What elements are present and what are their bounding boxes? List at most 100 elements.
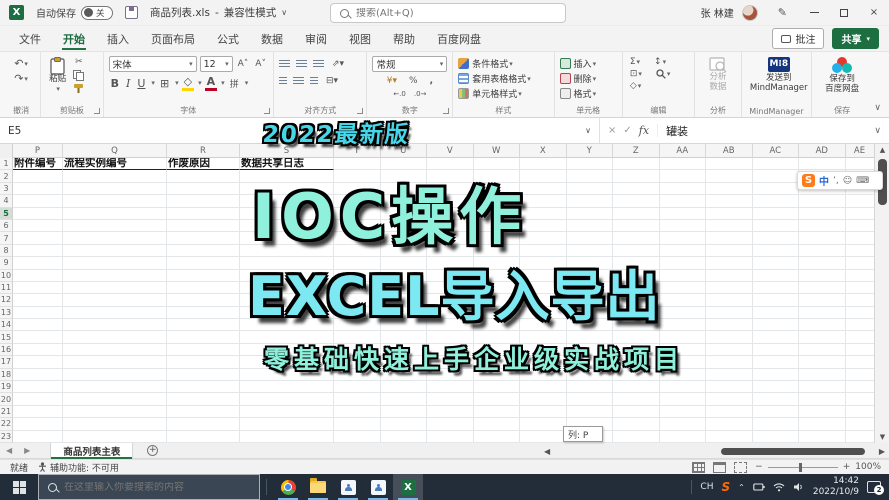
- cell-P6[interactable]: [13, 219, 63, 233]
- taskbar-app1-button[interactable]: [333, 474, 363, 500]
- cell-AD5[interactable]: [799, 207, 846, 220]
- cell-AB13[interactable]: [706, 306, 753, 320]
- cell-R16[interactable]: [167, 343, 240, 357]
- cell-Y1[interactable]: [566, 158, 613, 171]
- cell-AE11[interactable]: [845, 281, 875, 295]
- cell-AB1[interactable]: [706, 158, 753, 171]
- cell-AD14[interactable]: [799, 319, 846, 332]
- column-header-X[interactable]: X: [520, 144, 567, 158]
- cell-AE20[interactable]: [845, 393, 875, 406]
- cell-AE15[interactable]: [845, 331, 875, 344]
- cell-AC7[interactable]: [752, 232, 799, 245]
- cell-Q4[interactable]: [63, 195, 167, 208]
- bold-icon[interactable]: B: [109, 76, 121, 91]
- cell-P4[interactable]: [13, 195, 63, 208]
- cell-AA14[interactable]: [659, 319, 706, 332]
- taskbar-excel-button[interactable]: X: [393, 474, 423, 500]
- cell-AE10[interactable]: [845, 269, 875, 282]
- cell-Q6[interactable]: [63, 219, 167, 233]
- column-header-P[interactable]: P: [13, 144, 63, 158]
- chevron-down-icon[interactable]: ∨: [585, 126, 591, 135]
- tab-view[interactable]: 视图: [338, 26, 382, 51]
- battery-icon[interactable]: [753, 482, 765, 492]
- cell-R17[interactable]: [167, 356, 240, 369]
- cell-AB11[interactable]: [706, 281, 753, 295]
- row-header-14[interactable]: 14: [0, 319, 13, 332]
- cell-AB12[interactable]: [706, 294, 753, 307]
- row-header-17[interactable]: 17: [0, 356, 13, 369]
- cell-X22[interactable]: [520, 418, 567, 431]
- add-sheet-icon[interactable]: +: [147, 445, 159, 456]
- horizontal-scroll-thumb[interactable]: [720, 447, 866, 455]
- cell-AE21[interactable]: [845, 405, 875, 419]
- align-middle-icon[interactable]: [295, 60, 307, 68]
- row-header-11[interactable]: 11: [0, 281, 13, 295]
- cell-Q22[interactable]: [63, 418, 167, 431]
- collapse-ribbon-icon[interactable]: ∨: [872, 103, 887, 117]
- tab-page-layout[interactable]: 页面布局: [140, 26, 206, 51]
- row-header-13[interactable]: 13: [0, 306, 13, 320]
- tab-file[interactable]: 文件: [8, 26, 52, 51]
- cell-Q18[interactable]: [63, 368, 167, 382]
- cell-AE12[interactable]: [845, 294, 875, 307]
- cell-Q20[interactable]: [63, 393, 167, 406]
- row-header-23[interactable]: 23: [0, 430, 13, 443]
- start-button[interactable]: [0, 474, 38, 500]
- column-header-AE[interactable]: AE: [846, 144, 875, 158]
- undo-icon[interactable]: ↶ ▾: [12, 56, 30, 71]
- column-header-R[interactable]: R: [167, 144, 240, 158]
- cell-Y19[interactable]: [566, 381, 613, 394]
- cell-AA11[interactable]: [659, 281, 706, 295]
- taskbar-app2-button[interactable]: [363, 474, 393, 500]
- taskbar-chrome-button[interactable]: [273, 474, 303, 500]
- search-input[interactable]: [356, 7, 556, 19]
- maximize-button[interactable]: [829, 0, 859, 26]
- font-color-icon[interactable]: A: [204, 75, 218, 91]
- cell-AA9[interactable]: [659, 257, 706, 270]
- cell-AC1[interactable]: [752, 158, 799, 171]
- row-header-7[interactable]: 7: [0, 232, 13, 245]
- cell-P5[interactable]: [13, 207, 63, 220]
- cell-Z1[interactable]: [613, 158, 660, 171]
- column-header-AB[interactable]: AB: [706, 144, 753, 158]
- align-top-icon[interactable]: [278, 60, 290, 68]
- cell-AB23[interactable]: [706, 430, 753, 443]
- cell-AB4[interactable]: [706, 195, 753, 208]
- cell-P10[interactable]: [13, 269, 63, 282]
- cancel-entry-icon[interactable]: ×: [608, 125, 616, 136]
- font-size-select[interactable]: 12 ▾: [199, 56, 233, 72]
- cell-T23[interactable]: [334, 430, 381, 443]
- cell-R21[interactable]: [167, 405, 240, 419]
- cell-AB9[interactable]: [706, 257, 753, 270]
- sheet-next-icon[interactable]: ▶: [18, 446, 36, 455]
- align-center-icon[interactable]: [292, 77, 304, 85]
- cell-AC3[interactable]: [752, 182, 799, 196]
- cell-S23[interactable]: [240, 430, 334, 443]
- cell-Q9[interactable]: [63, 257, 167, 270]
- tab-home[interactable]: 开始: [52, 26, 96, 51]
- tab-data[interactable]: 数据: [250, 26, 294, 51]
- cell-AE5[interactable]: [845, 207, 875, 220]
- cell-AE16[interactable]: [845, 343, 875, 357]
- tab-insert[interactable]: 插入: [96, 26, 140, 51]
- cell-T21[interactable]: [334, 405, 381, 419]
- taskbar-search[interactable]: [38, 474, 260, 500]
- sheet-tab-active[interactable]: 商品列表主表: [50, 442, 134, 459]
- zoom-level[interactable]: 100%: [855, 462, 881, 472]
- cell-Q12[interactable]: [63, 294, 167, 307]
- tray-expand-icon[interactable]: ⌃: [738, 483, 745, 492]
- cell-AE18[interactable]: [845, 368, 875, 382]
- cell-P11[interactable]: [13, 281, 63, 295]
- row-header-9[interactable]: 9: [0, 257, 13, 270]
- chevron-down-icon[interactable]: ▾: [198, 79, 202, 87]
- cell-Z2[interactable]: [613, 170, 660, 183]
- cell-Y3[interactable]: [566, 182, 613, 196]
- cell-AB18[interactable]: [706, 368, 753, 382]
- cell-AA5[interactable]: [659, 207, 706, 220]
- cell-W23[interactable]: [473, 430, 520, 443]
- cell-AD8[interactable]: [799, 244, 846, 258]
- minimize-button[interactable]: [799, 0, 829, 26]
- avatar[interactable]: [741, 4, 758, 21]
- cell-P16[interactable]: [13, 343, 63, 357]
- cell-Q14[interactable]: [63, 319, 167, 332]
